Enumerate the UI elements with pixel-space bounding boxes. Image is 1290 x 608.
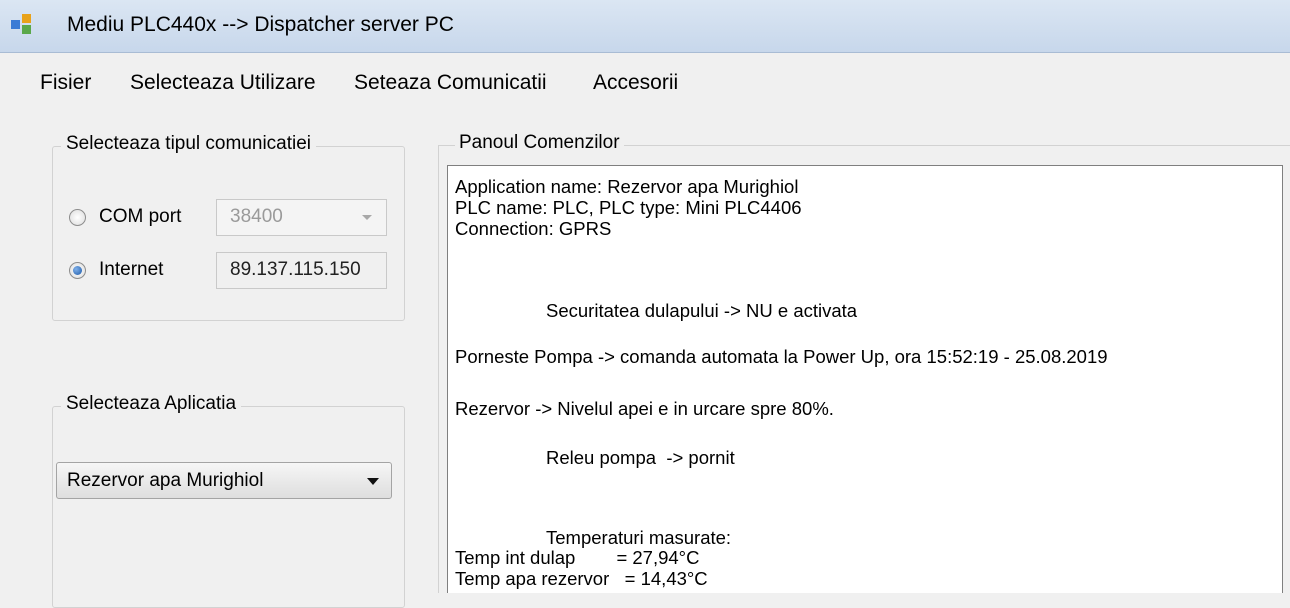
log-line: Releu pompa -> pornit <box>546 447 735 468</box>
title-bar: Mediu PLC440x --> Dispatcher server PC <box>0 0 1290 53</box>
log-line: Securitatea dulapului -> NU e activata <box>546 300 858 321</box>
app-icon-green-square <box>22 25 31 34</box>
commands-panel-title: Panoul Comenzilor <box>455 132 624 154</box>
application-group-title: Selecteaza Aplicatia <box>61 393 242 415</box>
chevron-down-icon <box>367 478 379 485</box>
internet-ip-field[interactable]: 89.137.115.150 <box>216 252 387 289</box>
chevron-down-icon <box>362 215 372 220</box>
menu-fisier[interactable]: Fisier <box>40 71 91 95</box>
menu-bar: Fisier Selecteaza Utilizare Seteaza Comu… <box>0 53 1290 107</box>
menu-seteaza-comunicatii[interactable]: Seteaza Comunicatii <box>354 71 547 95</box>
com-port-baud-value: 38400 <box>230 206 283 227</box>
com-port-baud-select[interactable]: 38400 <box>216 199 387 236</box>
log-line: Temperaturi masurate: <box>546 527 732 548</box>
log-line: Porneste Pompa -> comanda automata la Po… <box>455 346 1108 367</box>
communication-group-title: Selecteaza tipul comunicatiei <box>61 133 317 155</box>
com-port-radio[interactable] <box>69 209 86 226</box>
com-port-label: COM port <box>99 206 182 227</box>
app-icon-blue-square <box>11 20 20 29</box>
log-line: Temp apa rezervor = 14,43°C <box>455 568 708 589</box>
log-line: Connection: GPRS <box>455 218 612 239</box>
application-select-value: Rezervor apa Murighiol <box>67 470 264 491</box>
menu-accesorii[interactable]: Accesorii <box>593 71 678 95</box>
commands-log-textbox[interactable]: Application name: Rezervor apa Murighiol… <box>447 165 1283 593</box>
log-line: Application name: Rezervor apa Murighiol <box>455 176 799 197</box>
app-window-icon[interactable] <box>11 14 35 36</box>
log-line: PLC name: PLC, PLC type: Mini PLC4406 <box>455 197 802 218</box>
window-title: Mediu PLC440x --> Dispatcher server PC <box>67 13 454 36</box>
log-line: Temp int dulap = 27,94°C <box>455 547 700 568</box>
application-select[interactable]: Rezervor apa Murighiol <box>56 462 392 499</box>
internet-label: Internet <box>99 259 164 280</box>
application-group: Selecteaza Aplicatia <box>52 393 405 608</box>
menu-selecteaza-utilizare[interactable]: Selecteaza Utilizare <box>130 71 316 95</box>
log-line: Rezervor -> Nivelul apei e in urcare spr… <box>455 398 834 419</box>
internet-ip-value: 89.137.115.150 <box>230 259 361 280</box>
app-icon-orange-square <box>22 14 31 23</box>
commands-panel-border-left <box>438 145 439 593</box>
internet-radio[interactable] <box>69 262 86 279</box>
